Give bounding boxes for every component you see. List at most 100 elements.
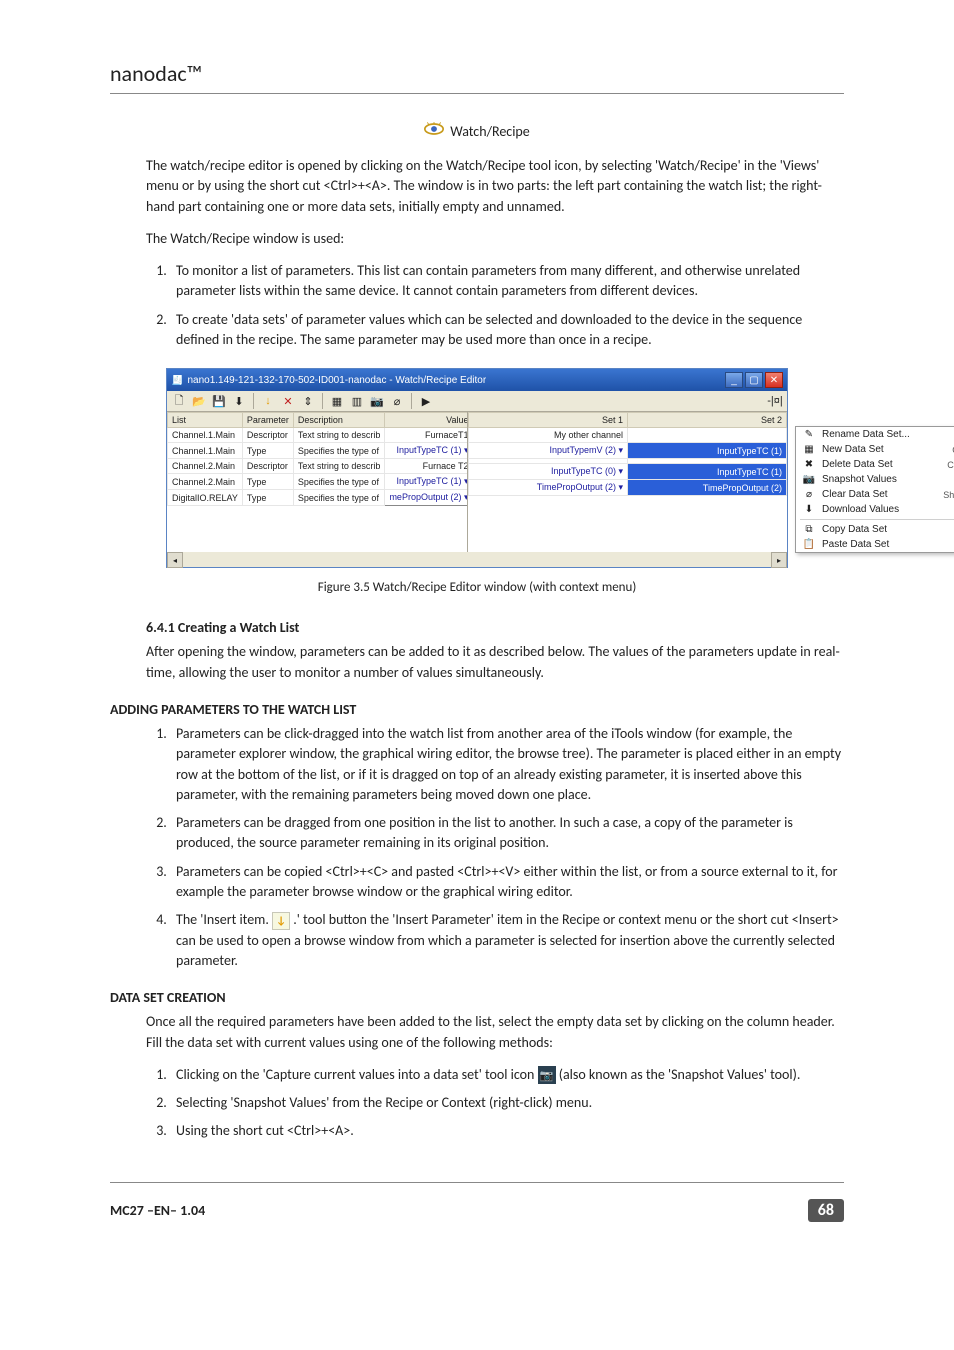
- toolbar-delete-icon[interactable]: ✕: [280, 393, 296, 409]
- table-row[interactable]: Channel.1.Main Descriptor Text string to…: [168, 428, 469, 443]
- ctx-download-values[interactable]: ⬇ Download Values Ctrl+D: [796, 502, 954, 517]
- dataset-panel: Set 1 Set 2 My other channel InputTypemV…: [468, 412, 787, 552]
- toolbar-clear-icon[interactable]: ⌀: [389, 393, 405, 409]
- cell[interactable]: InputTypeTC (1): [628, 443, 787, 459]
- ctx-label: Rename Data Set...: [822, 429, 948, 440]
- adding-item-4-pre: The 'Insert item.: [176, 911, 272, 928]
- cell[interactable]: InputTypeTC (1): [628, 464, 787, 480]
- table-row[interactable]: Channel.2.Main Type Specifies the type o…: [168, 474, 469, 490]
- ctx-label: Snapshot Values: [822, 474, 949, 485]
- figure-wrap: 🧾 nano1.149-121-132-170-502-ID001-nanoda…: [110, 368, 844, 568]
- toolbar-save-icon[interactable]: 💾: [211, 393, 227, 409]
- dataset-intro: Once all the required parameters have be…: [146, 1012, 844, 1053]
- ctx-label: Paste Data Set: [822, 539, 949, 550]
- toolbar-pin-icon[interactable]: -|¤|: [767, 393, 783, 409]
- uses-item-2: To create 'data sets' of parameter value…: [170, 310, 844, 351]
- heading-dataset: DATA SET CREATION: [110, 989, 844, 1006]
- col-set2[interactable]: Set 2: [628, 413, 787, 428]
- cell-param: Type: [242, 443, 293, 459]
- dataset-item-3: Using the short cut <Ctrl>+<A>.: [170, 1121, 844, 1141]
- ctx-rename-data-set[interactable]: ✎ Rename Data Set... Ctrl+R: [796, 427, 954, 442]
- cell-desc: Text string to describ: [293, 428, 385, 443]
- ctx-shortcut: Ctrl+Del: [947, 460, 954, 470]
- toolbar-play-icon[interactable]: ▶: [418, 393, 434, 409]
- cell[interactable]: InputTypemV (2) ▾: [469, 443, 628, 459]
- toolbar-snapshot-icon[interactable]: 📷: [369, 393, 385, 409]
- toolbar-delset-icon[interactable]: ▥: [349, 393, 365, 409]
- cell-value: FurnaceT1: [385, 428, 468, 443]
- cell-value: Furnace T2: [385, 459, 468, 474]
- ctx-paste-data-set[interactable]: 📋 Paste Data Set Ctrl+V: [796, 537, 954, 552]
- ctx-new-data-set[interactable]: ▦ New Data Set Ctrl+W: [796, 442, 954, 457]
- cell-value[interactable]: mePropOutput (2) ▾: [385, 490, 468, 506]
- col-list[interactable]: List: [168, 413, 243, 428]
- table-row[interactable]: Channel.1.Main Type Specifies the type o…: [168, 443, 469, 459]
- clear-icon: ⌀: [802, 489, 816, 500]
- footer-page-number: 68: [808, 1199, 844, 1222]
- col-desc[interactable]: Description: [293, 413, 385, 428]
- col-set1[interactable]: Set 1: [469, 413, 628, 428]
- rename-icon: ✎: [802, 429, 816, 440]
- scroll-right-button[interactable]: ▸: [771, 552, 787, 568]
- ctx-shortcut: Shift+Del: [943, 490, 954, 500]
- download-icon: ⬇: [802, 504, 816, 515]
- window-close-button[interactable]: ✕: [765, 372, 783, 388]
- heading-adding: ADDING PARAMETERS TO THE WATCH LIST: [110, 701, 844, 718]
- intro-para-2: The Watch/Recipe window is used:: [146, 229, 844, 249]
- cell-value[interactable]: InputTypeTC (1) ▾: [385, 443, 468, 459]
- watch-recipe-label: Watch/Recipe: [450, 123, 530, 140]
- dataset-item-1: Clicking on the 'Capture current values …: [170, 1065, 844, 1085]
- dataset-item-1-pre: Clicking on the 'Capture current values …: [176, 1066, 538, 1083]
- window-minimize-button[interactable]: _: [725, 372, 743, 388]
- ctx-delete-data-set[interactable]: ✖ Delete Data Set Ctrl+Del: [796, 457, 954, 472]
- copy-icon: ⧉: [802, 524, 816, 535]
- scroll-left-button[interactable]: ◂: [167, 552, 183, 568]
- cell-param: Type: [242, 490, 293, 506]
- ctx-label: Clear Data Set: [822, 489, 937, 500]
- toolbar-open-icon[interactable]: 📂: [191, 393, 207, 409]
- toolbar-download-icon[interactable]: ⬇: [231, 393, 247, 409]
- toolbar-new-icon[interactable]: 🗋: [171, 393, 187, 409]
- toolbar-sep-3: [411, 393, 412, 409]
- table-row[interactable]: Channel.2.Main Descriptor Text string to…: [168, 459, 469, 474]
- top-rule: [110, 93, 844, 94]
- table-row[interactable]: InputTypemV (2) ▾ InputTypeTC (1): [469, 443, 787, 459]
- insert-item-icon: ↓: [272, 912, 290, 930]
- ctx-label: Copy Data Set: [822, 524, 948, 535]
- s641-para: After opening the window, parameters can…: [146, 642, 844, 683]
- col-value[interactable]: Value: [385, 413, 468, 428]
- ctx-copy-data-set[interactable]: ⧉ Copy Data Set Ctrl+C: [796, 522, 954, 537]
- ctx-label: Delete Data Set: [822, 459, 941, 470]
- col-param[interactable]: Parameter: [242, 413, 293, 428]
- adding-item-4: The 'Insert item. ↓ .' tool button the '…: [170, 910, 844, 971]
- cell: [628, 428, 787, 443]
- cell-list: Channel.1.Main: [168, 428, 243, 443]
- toolbar-spinner-icon[interactable]: ⇕: [300, 393, 316, 409]
- cell-list: Channel.2.Main: [168, 474, 243, 490]
- table-row[interactable]: DigitalIO.RELAY Type Specifies the type …: [168, 490, 469, 506]
- cell[interactable]: InputTypeTC (0) ▾: [469, 464, 628, 480]
- cell-value[interactable]: InputTypeTC (1) ▾: [385, 474, 468, 490]
- ctx-clear-data-set[interactable]: ⌀ Clear Data Set Shift+Del: [796, 487, 954, 502]
- watch-list-table: List Parameter Description Value Channel…: [167, 412, 468, 506]
- adding-item-2: Parameters can be dragged from one posit…: [170, 813, 844, 854]
- window-hscrollbar[interactable]: ◂ ▸: [167, 552, 787, 567]
- watch-recipe-icon: [424, 122, 444, 140]
- cell-list: Channel.2.Main: [168, 459, 243, 474]
- table-row[interactable]: My other channel: [469, 428, 787, 443]
- table-row[interactable]: TimePropOutput (2) ▾ TimePropOutput (2): [469, 480, 787, 496]
- adding-item-1: Parameters can be click-dragged into the…: [170, 724, 844, 805]
- toolbar-newset-icon[interactable]: ▦: [329, 393, 345, 409]
- cell[interactable]: TimePropOutput (2) ▾: [469, 480, 628, 496]
- new-icon: ▦: [802, 444, 816, 455]
- window-title: nano1.149-121-132-170-502-ID001-nanodac …: [187, 375, 486, 386]
- cell-param: Descriptor: [242, 428, 293, 443]
- heading-6-4-1: 6.4.1 Creating a Watch List: [146, 619, 844, 636]
- ctx-snapshot-values[interactable]: 📷 Snapshot Values Ctrl+A: [796, 472, 954, 487]
- window-maximize-button[interactable]: ▢: [745, 372, 763, 388]
- table-row[interactable]: InputTypeTC (0) ▾ InputTypeTC (1): [469, 464, 787, 480]
- toolbar-insert-icon[interactable]: ↓: [260, 393, 276, 409]
- dataset-list: Clicking on the 'Capture current values …: [110, 1065, 844, 1142]
- delete-icon: ✖: [802, 459, 816, 470]
- cell[interactable]: TimePropOutput (2): [628, 480, 787, 496]
